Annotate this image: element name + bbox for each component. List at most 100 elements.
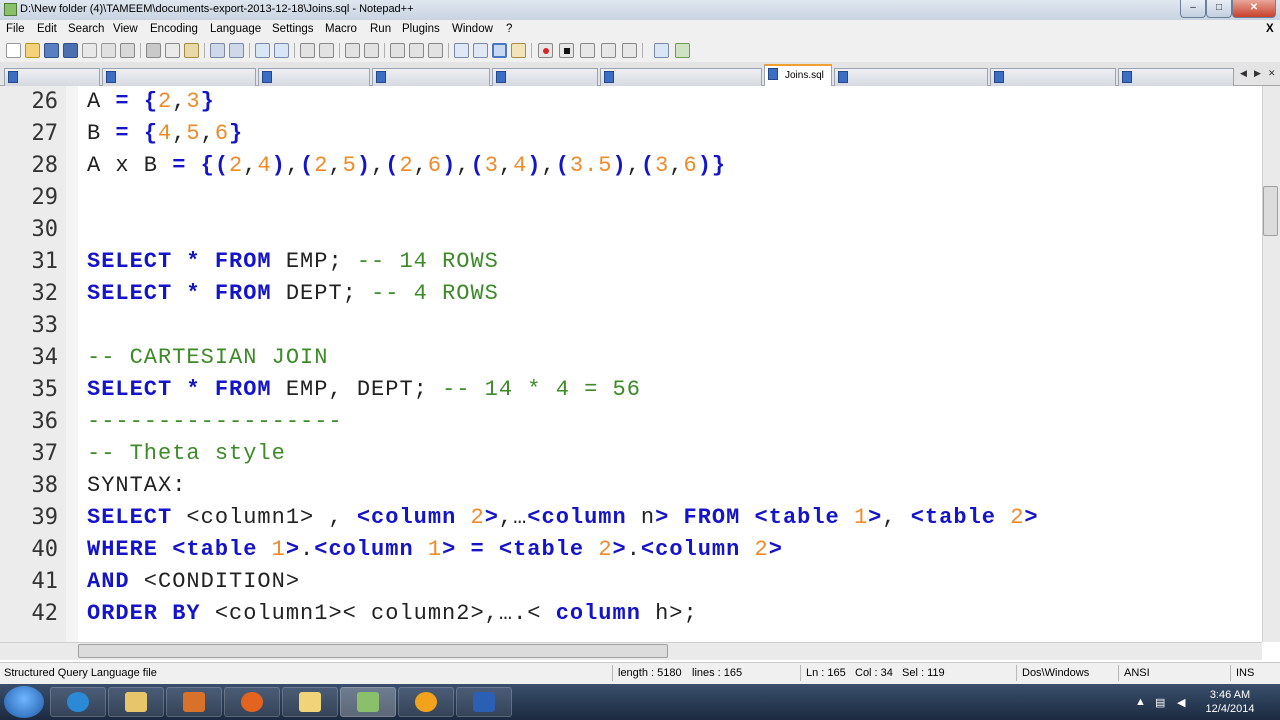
tab-doc-6[interactable] bbox=[600, 68, 762, 86]
new-file-icon[interactable] bbox=[6, 43, 21, 58]
print-icon[interactable] bbox=[120, 43, 135, 58]
taskbar-folder-icon[interactable] bbox=[282, 687, 338, 717]
fold-margin[interactable] bbox=[66, 86, 78, 642]
menu-edit[interactable]: Edit bbox=[37, 23, 57, 35]
token-num: 2 bbox=[598, 537, 613, 562]
sync-horizontal-icon[interactable] bbox=[364, 43, 379, 58]
stop-macro-icon[interactable] bbox=[559, 43, 574, 58]
vertical-scroll-thumb[interactable] bbox=[1263, 186, 1278, 236]
copy-icon[interactable] bbox=[165, 43, 180, 58]
spell-check-icon[interactable] bbox=[675, 43, 690, 58]
tab-doc-1[interactable] bbox=[4, 68, 100, 86]
taskbar-media-player-icon[interactable] bbox=[166, 687, 222, 717]
line-number: 42 bbox=[31, 601, 59, 626]
save-macro-icon[interactable] bbox=[622, 43, 637, 58]
token-kw: <table bbox=[498, 537, 599, 562]
play-macro-icon[interactable] bbox=[580, 43, 595, 58]
tab-joins-sql[interactable]: Joins.sql bbox=[764, 64, 832, 86]
tab-doc-8[interactable] bbox=[834, 68, 988, 86]
token-t: , bbox=[243, 153, 258, 178]
vertical-scrollbar[interactable] bbox=[1262, 86, 1280, 642]
token-cm: ------------------ bbox=[87, 409, 343, 434]
function-list-icon[interactable] bbox=[492, 43, 507, 58]
tray-arrow-icon[interactable]: ▲ bbox=[1135, 696, 1147, 708]
menu-run[interactable]: Run bbox=[370, 23, 391, 35]
menu-settings[interactable]: Settings bbox=[272, 23, 314, 35]
replace-icon[interactable] bbox=[274, 43, 289, 58]
token-op: = bbox=[172, 153, 187, 178]
open-file-icon[interactable] bbox=[25, 43, 40, 58]
indent-guide-icon[interactable] bbox=[428, 43, 443, 58]
token-num: 5 bbox=[186, 121, 201, 146]
tab-close-icon[interactable]: ✕ bbox=[1268, 68, 1278, 80]
tab-doc-4[interactable] bbox=[372, 68, 490, 86]
paste-icon[interactable] bbox=[184, 43, 199, 58]
taskbar-word-icon[interactable] bbox=[456, 687, 512, 717]
close-all-icon[interactable] bbox=[101, 43, 116, 58]
tab-doc-10[interactable] bbox=[1118, 68, 1234, 86]
token-t: A x B bbox=[87, 153, 173, 178]
tab-doc-3[interactable] bbox=[258, 68, 370, 86]
close-document-button[interactable]: X bbox=[1266, 23, 1274, 35]
menu-window[interactable]: Window bbox=[452, 23, 493, 35]
taskbar-clock[interactable]: 3:46 AM 12/4/2014 bbox=[1200, 688, 1260, 716]
sync-vertical-icon[interactable] bbox=[345, 43, 360, 58]
menu-search[interactable]: Search bbox=[68, 23, 104, 35]
editor-area[interactable]: 26 A = {2,3} 27 B = {4,5,6} 28 A x B = {(2,4)… bbox=[0, 86, 1262, 642]
close-file-icon[interactable] bbox=[82, 43, 97, 58]
zoom-in-icon[interactable] bbox=[300, 43, 315, 58]
token-t: , bbox=[669, 153, 684, 178]
folder-workspace-icon[interactable] bbox=[511, 43, 526, 58]
line-number: 27 bbox=[31, 121, 59, 146]
menu-plugins[interactable]: Plugins bbox=[402, 23, 440, 35]
toolbar bbox=[0, 39, 1280, 63]
show-all-chars-icon[interactable] bbox=[409, 43, 424, 58]
tab-doc-2[interactable] bbox=[102, 68, 256, 86]
line-number: 39 bbox=[31, 505, 59, 530]
redo-icon[interactable] bbox=[229, 43, 244, 58]
token-kw: SELECT bbox=[87, 505, 173, 530]
token-t: A bbox=[87, 89, 116, 114]
record-macro-icon[interactable] bbox=[538, 43, 553, 58]
minimize-button[interactable]: – bbox=[1180, 0, 1206, 18]
save-icon[interactable] bbox=[44, 43, 59, 58]
play-multiple-icon[interactable] bbox=[601, 43, 616, 58]
menu-macro[interactable]: Macro bbox=[325, 23, 357, 35]
taskbar-ie-icon[interactable] bbox=[50, 687, 106, 717]
taskbar-app-icon[interactable] bbox=[398, 687, 454, 717]
tab-scroll-left-icon[interactable]: ◀ bbox=[1240, 68, 1250, 80]
menu-language[interactable]: Language bbox=[210, 23, 261, 35]
cut-icon[interactable] bbox=[146, 43, 161, 58]
plugin-icon[interactable] bbox=[654, 43, 669, 58]
user-lang-icon[interactable] bbox=[454, 43, 469, 58]
code-text: SELECT * FROM EMP, DEPT; -- 14 * 4 = 56 bbox=[87, 377, 641, 402]
token-t: DEPT; bbox=[271, 281, 372, 306]
code-text: A = {2,3} bbox=[87, 89, 215, 114]
token-cm: -- CARTESIAN JOIN bbox=[87, 345, 329, 370]
tray-volume-icon[interactable]: ◀ bbox=[1177, 696, 1189, 709]
close-button[interactable]: ✕ bbox=[1232, 0, 1276, 18]
undo-icon[interactable] bbox=[210, 43, 225, 58]
notepadpp-app-icon[interactable] bbox=[4, 3, 17, 16]
doc-map-icon[interactable] bbox=[473, 43, 488, 58]
start-button-icon[interactable] bbox=[4, 686, 44, 718]
menu-help[interactable]: ? bbox=[506, 23, 512, 35]
tab-scroll-right-icon[interactable]: ▶ bbox=[1254, 68, 1264, 80]
find-icon[interactable] bbox=[255, 43, 270, 58]
menu-view[interactable]: View bbox=[113, 23, 138, 35]
taskbar-notepadpp-icon[interactable] bbox=[340, 687, 396, 717]
menu-encoding[interactable]: Encoding bbox=[150, 23, 198, 35]
tab-doc-9[interactable] bbox=[990, 68, 1116, 86]
menu-file[interactable]: File bbox=[6, 23, 25, 35]
token-num: 2 bbox=[470, 505, 485, 530]
taskbar-explorer-icon[interactable] bbox=[108, 687, 164, 717]
horizontal-scroll-thumb[interactable] bbox=[78, 644, 668, 658]
save-all-icon[interactable] bbox=[63, 43, 78, 58]
tray-network-icon[interactable]: ▤ bbox=[1155, 696, 1167, 709]
taskbar-firefox-icon[interactable] bbox=[224, 687, 280, 717]
tab-doc-5[interactable] bbox=[492, 68, 598, 86]
zoom-out-icon[interactable] bbox=[319, 43, 334, 58]
maximize-button[interactable]: □ bbox=[1206, 0, 1232, 18]
word-wrap-icon[interactable] bbox=[390, 43, 405, 58]
line-number: 41 bbox=[31, 569, 59, 594]
